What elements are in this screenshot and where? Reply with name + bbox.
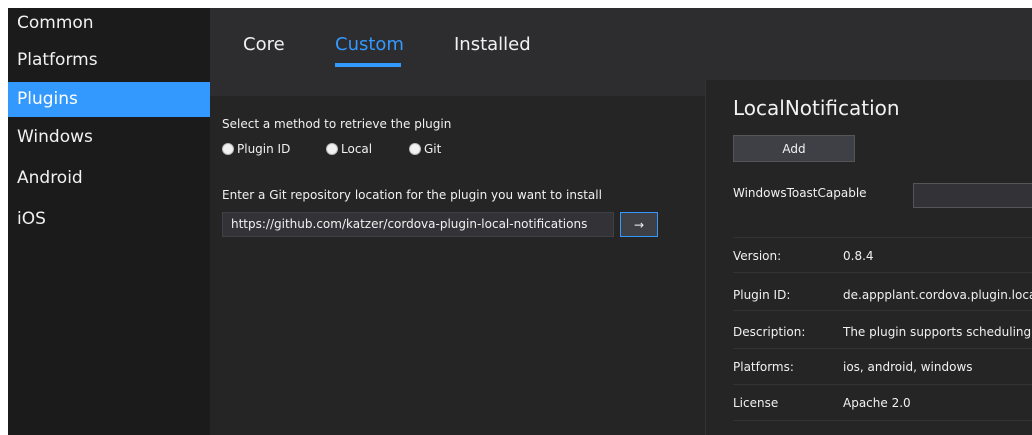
license-key: License xyxy=(733,396,779,410)
divider xyxy=(733,310,1032,311)
divider xyxy=(733,384,1032,385)
sidebar-item-windows[interactable]: Windows xyxy=(8,117,210,158)
tab-custom[interactable]: Custom xyxy=(335,34,404,55)
radio-local-label: Local xyxy=(341,142,373,156)
tab-core[interactable]: Core xyxy=(243,34,285,55)
plugin-details-pane: LocalNotification Add WindowsToastCapabl… xyxy=(705,80,1032,435)
radio-dot-icon xyxy=(222,143,234,155)
license-value: Apache 2.0 xyxy=(843,396,911,410)
divider xyxy=(733,348,1032,349)
plugin-config-window: Common Platforms Plugins Windows Android… xyxy=(8,8,1032,435)
radio-dot-icon xyxy=(409,143,421,155)
sidebar-item-common[interactable]: Common xyxy=(8,8,210,45)
radio-dot-icon xyxy=(326,143,338,155)
variable-label: WindowsToastCapable xyxy=(733,186,867,200)
platforms-key: Platforms: xyxy=(733,360,794,374)
active-tab-indicator xyxy=(335,63,401,67)
radio-plugin-id-label: Plugin ID xyxy=(237,142,291,156)
version-value: 0.8.4 xyxy=(843,249,874,263)
divider xyxy=(733,237,1032,238)
go-button[interactable]: → xyxy=(620,212,658,237)
radio-git-label: Git xyxy=(424,142,442,156)
version-key: Version: xyxy=(733,249,782,263)
git-location-label: Enter a Git repository location for the … xyxy=(222,188,602,202)
retrieve-method-label: Select a method to retrieve the plugin xyxy=(222,117,452,131)
plugin-id-key: Plugin ID: xyxy=(733,288,791,302)
description-key: Description: xyxy=(733,325,806,339)
tab-installed[interactable]: Installed xyxy=(454,34,531,55)
sidebar-item-platforms[interactable]: Platforms xyxy=(8,45,210,82)
add-plugin-button[interactable]: Add xyxy=(733,135,855,162)
plugin-id-value: de.appplant.cordova.plugin.loca xyxy=(843,288,1032,302)
description-value: The plugin supports scheduling lo xyxy=(843,325,1032,339)
variable-input[interactable] xyxy=(913,183,1032,208)
sidebar: Common Platforms Plugins Windows Android… xyxy=(8,8,210,435)
plugin-name: LocalNotification xyxy=(733,96,900,120)
custom-plugin-pane: Select a method to retrieve the plugin P… xyxy=(210,96,705,435)
radio-local[interactable]: Local xyxy=(326,142,372,156)
divider xyxy=(733,420,1032,421)
radio-git[interactable]: Git xyxy=(409,142,441,156)
git-url-input[interactable]: https://github.com/katzer/cordova-plugin… xyxy=(222,212,614,237)
platforms-value: ios, android, windows xyxy=(843,360,973,374)
sidebar-item-plugins[interactable]: Plugins xyxy=(8,82,210,117)
sidebar-item-ios[interactable]: iOS xyxy=(8,199,210,240)
divider xyxy=(733,272,1032,273)
radio-plugin-id[interactable]: Plugin ID xyxy=(222,142,290,156)
sidebar-item-android[interactable]: Android xyxy=(8,158,210,199)
